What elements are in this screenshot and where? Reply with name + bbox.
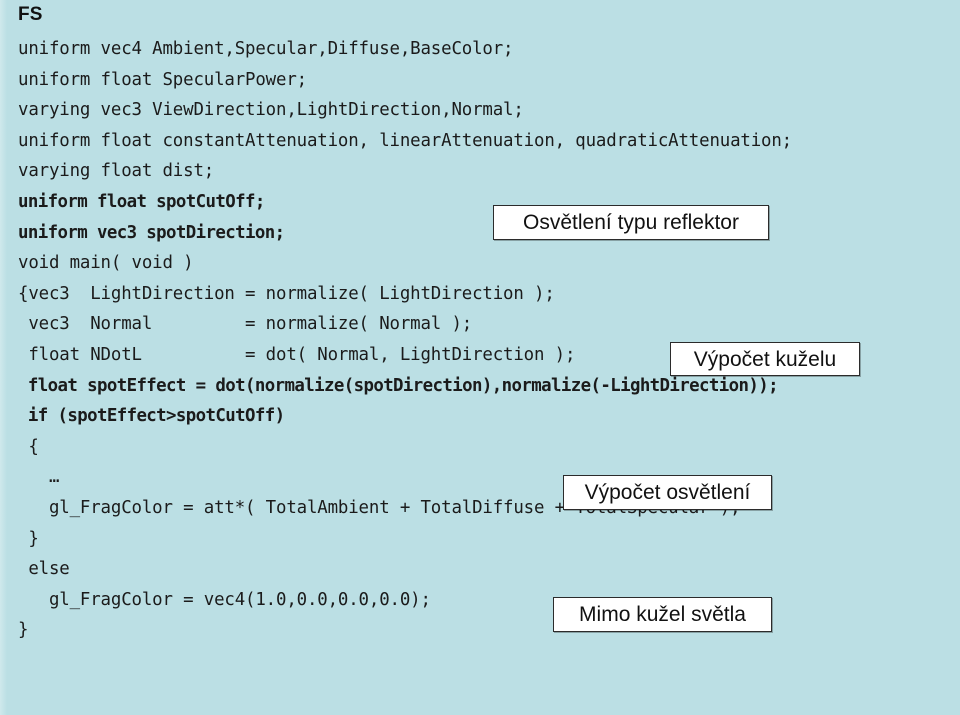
code-line: } [18,528,39,549]
code-line: if (spotEffect>spotCutOff) [18,406,285,427]
code-line: uniform float spotCutOff; [18,191,265,212]
callout-label: Výpočet kuželu [693,347,837,371]
code-line: gl_FragColor = vec4(1.0,0.0,0.0,0.0); [18,589,431,610]
code-line: void main( void ) [18,253,194,274]
callout-label: Mimo kužel světla [579,603,746,626]
callout-vypocet-osvetleni: Výpočet osvětlení [563,475,772,510]
callout-label: Výpočet osvětlení [584,481,751,504]
callout-label: Osvětlení typu reflektor [523,211,739,234]
code-line: varying float dist; [18,161,215,182]
shader-code-block: uniform vec4 Ambient,Specular,Diffuse,Ba… [18,34,958,646]
callout-osvetleni-typu-reflektor: Osvětlení typu reflektor [493,205,769,240]
code-line: {vec3 LightDirection = normalize( LightD… [18,283,555,304]
code-line: vec3 Normal = normalize( Normal ); [18,314,473,335]
code-line: uniform vec4 Ambient,Specular,Diffuse,Ba… [18,39,514,59]
code-line: uniform vec3 spotDirection; [18,222,285,243]
code-line: else [18,559,70,580]
slide-canvas: FS uniform vec4 Ambient,Specular,Diffuse… [0,0,960,715]
callout-mimo-kuzel-svetla: Mimo kužel světla [553,597,772,632]
code-line: gl_FragColor = att*( TotalAmbient + Tota… [18,497,741,518]
page-title: FS [18,4,43,25]
code-line: uniform float constantAttenuation, linea… [18,130,793,151]
code-line: … [18,467,60,488]
code-line: uniform float SpecularPower; [18,69,307,90]
code-line: varying vec3 ViewDirection,LightDirectio… [18,100,524,121]
code-line: } [18,620,29,641]
callout-vypocet-kuzelu: Výpočet kuželu [670,342,860,376]
code-line: { [18,436,39,457]
